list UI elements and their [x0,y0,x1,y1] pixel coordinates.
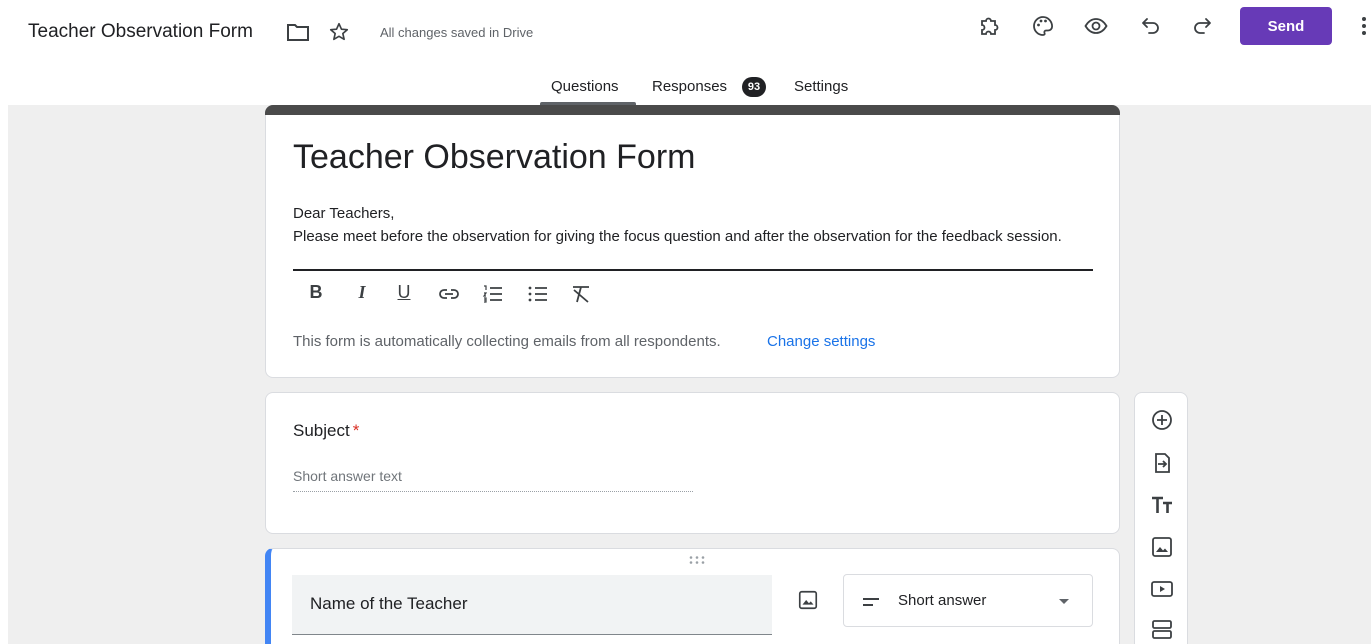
responses-count-badge: 93 [742,77,766,97]
question-type-select[interactable]: Short answer [843,574,1093,627]
active-question-card[interactable]: Name of the Teacher Short answer [265,548,1120,644]
required-mark: * [352,421,360,440]
underline-button[interactable]: U [392,282,416,306]
preview-icon[interactable] [1084,14,1108,38]
description-line: Please meet before the observation for g… [293,228,1062,245]
email-collection-notice: This form is automatically collecting em… [293,333,721,350]
question-title-input[interactable]: Name of the Teacher [292,575,772,635]
floating-toolbar [1134,392,1188,644]
add-question-icon[interactable] [1150,408,1174,432]
tab-responses[interactable]: Responses [652,78,727,95]
addons-icon[interactable] [978,14,1002,38]
question-card[interactable]: Subject * Short answer text [265,392,1120,534]
short-text-icon [863,598,879,606]
send-button[interactable]: Send [1240,7,1332,45]
numbered-list-icon[interactable] [481,282,505,306]
add-video-icon[interactable] [1150,577,1174,601]
save-status: All changes saved in Drive [380,25,534,40]
link-icon[interactable] [437,282,461,306]
question-title-text: Subject [293,421,350,440]
add-section-icon[interactable] [1150,617,1174,641]
italic-button[interactable]: I [350,282,374,306]
star-icon[interactable] [328,21,350,43]
description-underline [293,269,1093,271]
doc-title[interactable]: Teacher Observation Form [28,21,253,43]
add-image-icon[interactable] [797,589,819,611]
question-title: Subject * [293,421,359,441]
more-vert-icon[interactable] [1360,15,1368,37]
add-title-icon[interactable] [1150,493,1174,517]
description-line: Dear Teachers, [293,205,395,222]
answer-line [293,491,693,492]
redo-icon[interactable] [1190,14,1214,38]
clear-formatting-icon[interactable] [569,282,593,306]
form-description[interactable]: Dear Teachers, Please meet before the ob… [293,202,1093,248]
import-questions-icon[interactable] [1150,451,1174,475]
tab-settings[interactable]: Settings [794,78,848,95]
header-stripe [265,105,1120,115]
short-answer-placeholder: Short answer text [293,468,402,484]
form-header-card[interactable]: Teacher Observation Form Dear Teachers, … [265,105,1120,378]
bulleted-list-icon[interactable] [526,282,550,306]
top-bar: Teacher Observation Form All changes sav… [0,0,1371,105]
tab-bar: Questions Responses 93 Settings [0,68,1371,105]
undo-icon[interactable] [1139,14,1163,38]
folder-icon[interactable] [286,22,310,42]
palette-icon[interactable] [1031,14,1055,38]
drag-handle-icon[interactable] [687,555,707,565]
bold-button[interactable]: B [304,282,328,306]
tab-questions[interactable]: Questions [551,78,619,95]
form-title[interactable]: Teacher Observation Form [293,138,696,177]
question-title-value: Name of the Teacher [310,594,468,613]
add-image-icon[interactable] [1150,535,1174,559]
change-settings-link[interactable]: Change settings [767,333,875,350]
question-type-label: Short answer [898,592,987,609]
chevron-down-icon [1059,599,1069,604]
